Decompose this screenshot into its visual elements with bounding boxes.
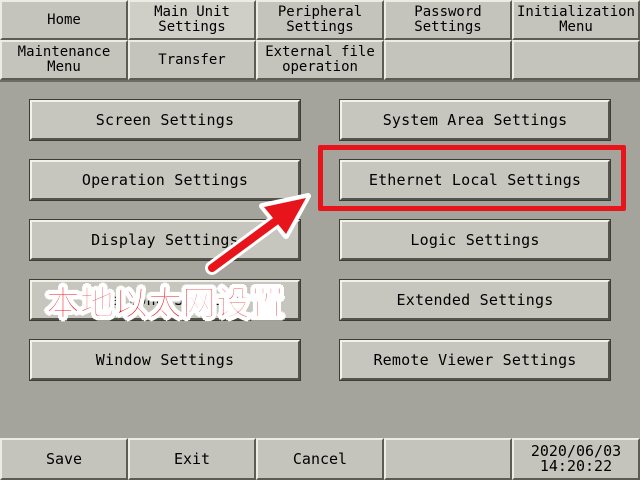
tab-password-settings[interactable]: Password Settings (384, 0, 512, 40)
save-button[interactable]: Save (0, 438, 128, 480)
cancel-button[interactable]: Cancel (256, 438, 384, 480)
time-text: 14:20:22 (539, 457, 613, 475)
remote-viewer-settings-button[interactable]: Remote Viewer Settings (339, 339, 611, 381)
logic-settings-button[interactable]: Logic Settings (339, 219, 611, 261)
settings-screen: Home Main Unit Settings Peripheral Setti… (0, 0, 640, 480)
highlight-box (318, 145, 626, 211)
bottom-empty (384, 438, 512, 480)
system-area-settings-button[interactable]: System Area Settings (339, 99, 611, 141)
operation-settings-button[interactable]: Operation Settings (29, 159, 301, 201)
tab-initialization-menu[interactable]: Initialization Menu (512, 0, 640, 40)
tab-empty-2 (512, 40, 640, 80)
tab-main-unit-settings[interactable]: Main Unit Settings (128, 0, 256, 40)
screen-settings-button[interactable]: Screen Settings (29, 99, 301, 141)
tab-empty-1 (384, 40, 512, 80)
tab-external-file-operation[interactable]: External file operation (256, 40, 384, 80)
tab-maintenance-menu[interactable]: Maintenance Menu (0, 40, 128, 80)
window-settings-button[interactable]: Window Settings (29, 339, 301, 381)
datetime-display: 2020/06/03 14:20:22 (512, 438, 640, 480)
exit-button[interactable]: Exit (128, 438, 256, 480)
tab-transfer[interactable]: Transfer (128, 40, 256, 80)
tab-peripheral-settings[interactable]: Peripheral Settings (256, 0, 384, 40)
tab-home[interactable]: Home (0, 0, 128, 40)
header-divider (0, 80, 640, 82)
extended-settings-button[interactable]: Extended Settings (339, 279, 611, 321)
display-settings-button[interactable]: Display Settings (29, 219, 301, 261)
annotation-label: 本地以太网设置 (46, 284, 285, 325)
